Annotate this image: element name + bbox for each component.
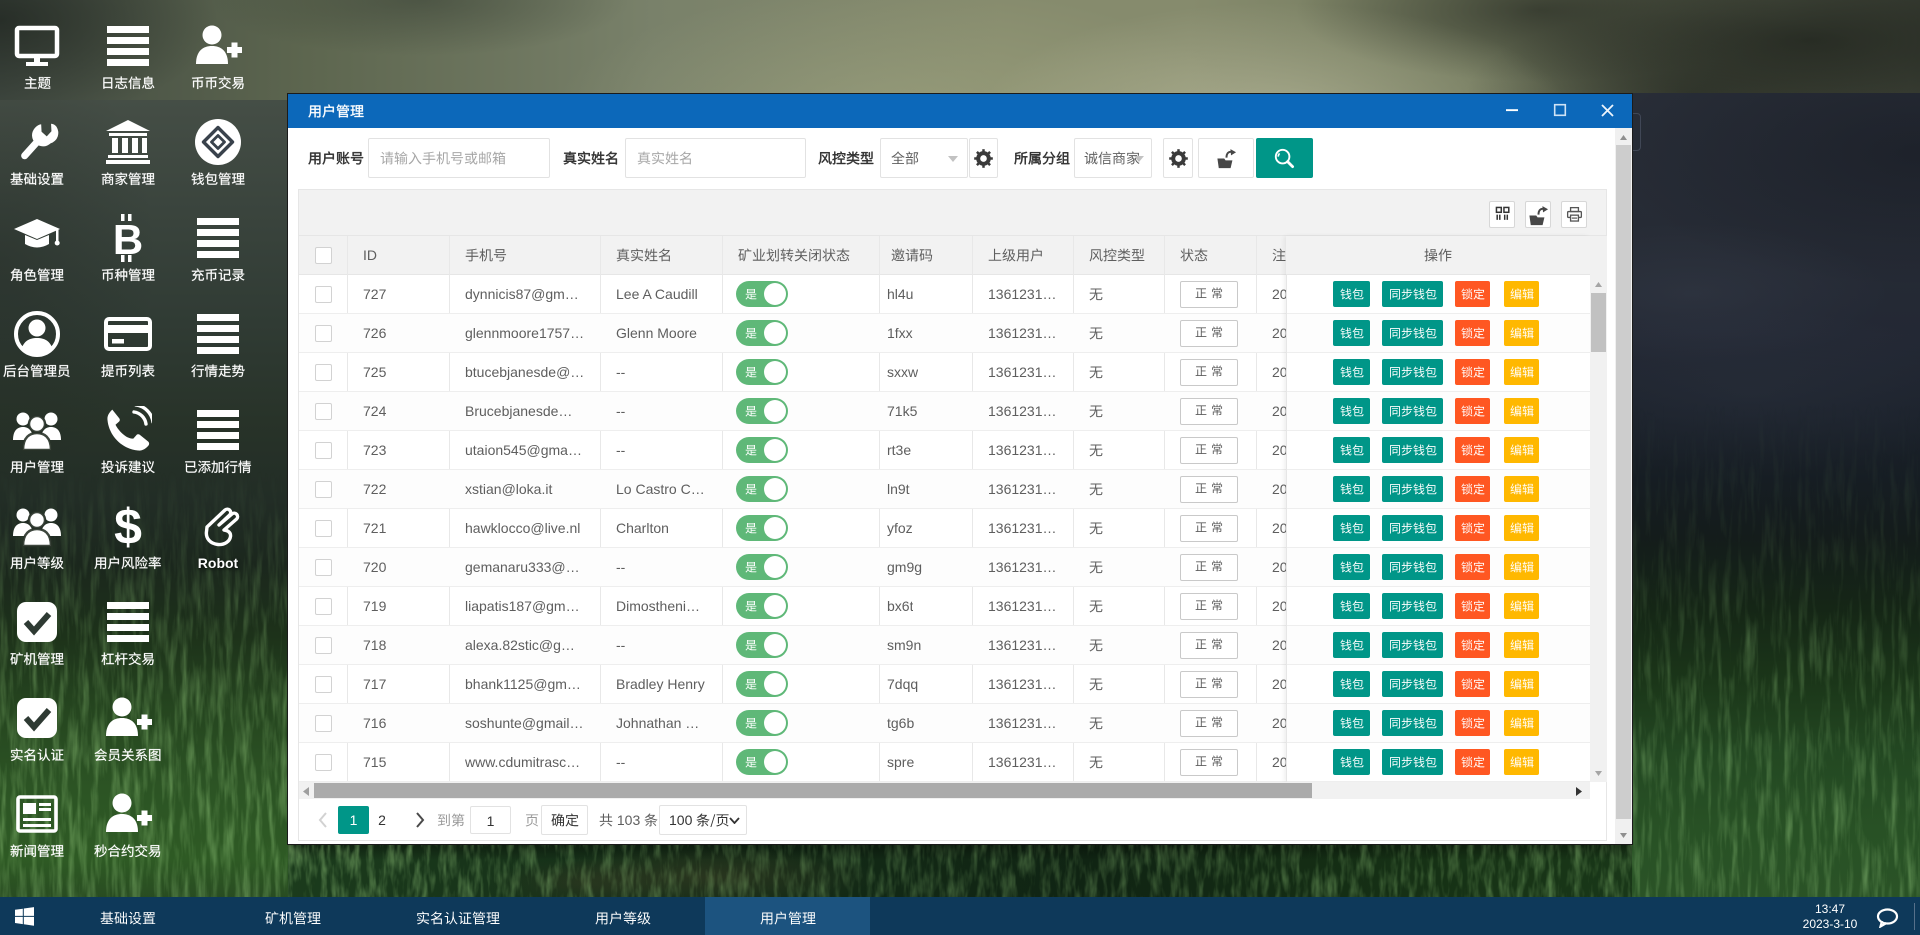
svg-text:$: $ <box>114 502 142 550</box>
